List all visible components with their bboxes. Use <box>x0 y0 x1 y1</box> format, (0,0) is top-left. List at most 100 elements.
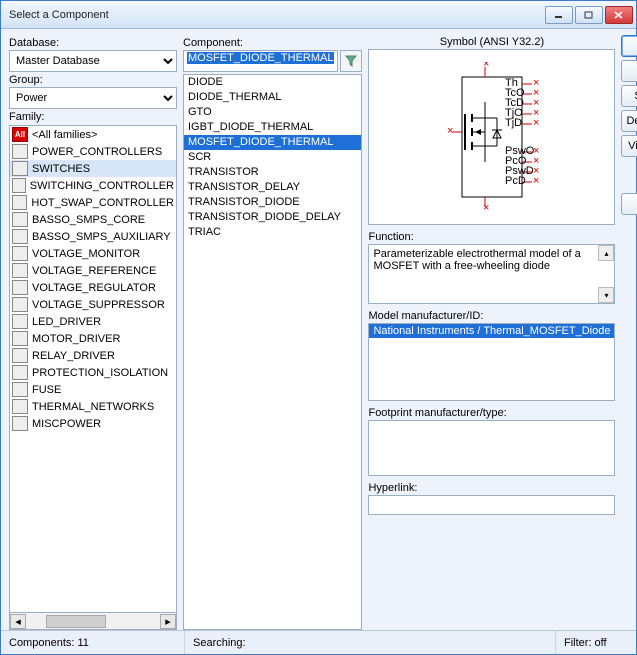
schematic-icon: × × × Th×TcO×TcD×TjO×TjD×PswO×PcO×PswD×P… <box>427 62 557 212</box>
window-title: Select a Component <box>9 9 545 21</box>
family-icon <box>12 348 28 363</box>
hyperlink-textbox[interactable] <box>368 495 615 515</box>
family-hscrollbar[interactable]: ◂ ▸ <box>9 613 177 630</box>
component-list[interactable]: DIODEDIODE_THERMALGTOIGBT_DIODE_THERMALM… <box>183 74 362 630</box>
family-item[interactable]: HOT_SWAP_CONTROLLER <box>10 194 176 211</box>
component-item[interactable]: TRANSISTOR <box>184 165 361 180</box>
component-item[interactable]: TRANSISTOR_DIODE <box>184 195 361 210</box>
family-icon <box>12 331 28 346</box>
symbol-label: Symbol (ANSI Y32.2) <box>368 35 615 49</box>
dialog-content: Database: Master Database Group: Power F… <box>1 29 636 630</box>
family-item[interactable]: VOLTAGE_MONITOR <box>10 245 176 262</box>
family-label: Family: <box>9 111 177 123</box>
family-icon <box>12 297 28 312</box>
footprint-listbox[interactable] <box>368 420 615 476</box>
svg-text:×: × <box>447 125 453 137</box>
minimize-button[interactable] <box>545 6 573 24</box>
scroll-right-icon[interactable]: ▸ <box>160 614 176 629</box>
scroll-left-icon[interactable]: ◂ <box>10 614 26 629</box>
help-button[interactable]: Help <box>621 193 637 215</box>
family-item-label: LED_DRIVER <box>32 316 101 328</box>
family-icon <box>12 399 28 414</box>
search-button[interactable]: Search... <box>621 85 637 107</box>
family-icon <box>12 314 28 329</box>
component-label: Component: <box>183 37 362 49</box>
family-icon <box>12 382 28 397</box>
family-item-label: MISCPOWER <box>32 418 101 430</box>
component-item[interactable]: SCR <box>184 150 361 165</box>
family-item-label: VOLTAGE_REGULATOR <box>32 282 156 294</box>
middle-column: Component: MOSFET_DIODE_THERMAL DIODEDIO… <box>183 35 362 630</box>
right-column: Symbol (ANSI Y32.2) <box>368 35 615 630</box>
component-item[interactable]: DIODE_THERMAL <box>184 90 361 105</box>
component-item[interactable]: GTO <box>184 105 361 120</box>
footprint-label: Footprint manufacturer/type: <box>368 407 615 419</box>
model-item[interactable]: National Instruments / Thermal_MOSFET_Di… <box>369 324 614 338</box>
component-filter-button[interactable] <box>340 50 362 72</box>
family-item[interactable]: VOLTAGE_REGULATOR <box>10 279 176 296</box>
button-column: OK Close Search... Detail report View mo… <box>621 35 637 630</box>
ok-button[interactable]: OK <box>621 35 637 57</box>
component-item[interactable]: TRANSISTOR_DELAY <box>184 180 361 195</box>
family-item[interactable]: FUSE <box>10 381 176 398</box>
family-item-label: HOT_SWAP_CONTROLLER <box>31 197 174 209</box>
family-icon <box>12 365 28 380</box>
funnel-icon <box>345 55 357 67</box>
family-icon <box>12 246 28 261</box>
component-input[interactable]: MOSFET_DIODE_THERMAL <box>183 50 338 72</box>
family-item[interactable]: SWITCHES <box>10 160 176 177</box>
component-item[interactable]: DIODE <box>184 75 361 90</box>
family-item[interactable]: VOLTAGE_SUPPRESSOR <box>10 296 176 313</box>
family-item-label: MOTOR_DRIVER <box>32 333 120 345</box>
component-item[interactable]: MOSFET_DIODE_THERMAL <box>184 135 361 150</box>
family-item[interactable]: BASSO_SMPS_AUXILIARY <box>10 228 176 245</box>
family-item-label: BASSO_SMPS_CORE <box>32 214 145 226</box>
family-item-label: PROTECTION_ISOLATION <box>32 367 168 379</box>
component-item[interactable]: TRIAC <box>184 225 361 240</box>
detail-report-button[interactable]: Detail report <box>621 110 637 132</box>
function-text: Parameterizable electrothermal model of … <box>373 248 580 272</box>
function-label: Function: <box>368 231 615 243</box>
family-item-label: <All families> <box>32 129 97 141</box>
statusbar: Components: 11 Searching: Filter: off <box>1 630 636 654</box>
family-item[interactable]: PROTECTION_ISOLATION <box>10 364 176 381</box>
component-item[interactable]: TRANSISTOR_DIODE_DELAY <box>184 210 361 225</box>
family-item[interactable]: THERMAL_NETWORKS <box>10 398 176 415</box>
family-item[interactable]: POWER_CONTROLLERS <box>10 143 176 160</box>
family-item[interactable]: LED_DRIVER <box>10 313 176 330</box>
family-item-label: VOLTAGE_MONITOR <box>32 248 140 260</box>
database-combo[interactable]: Master Database <box>9 50 177 72</box>
family-icon <box>12 263 28 278</box>
close-window-button[interactable] <box>605 6 633 24</box>
group-label: Group: <box>9 74 177 86</box>
database-label: Database: <box>9 37 177 49</box>
model-listbox[interactable]: National Instruments / Thermal_MOSFET_Di… <box>368 323 615 401</box>
family-item[interactable]: All<All families> <box>10 126 176 143</box>
scroll-thumb[interactable] <box>46 615 106 628</box>
family-item[interactable]: BASSO_SMPS_CORE <box>10 211 176 228</box>
group-combo[interactable]: Power <box>9 87 177 109</box>
family-item[interactable]: VOLTAGE_REFERENCE <box>10 262 176 279</box>
view-model-button[interactable]: View model <box>621 135 637 157</box>
family-item-label: SWITCHES <box>32 163 90 175</box>
dialog-window: Select a Component Database: Master Data… <box>0 0 637 655</box>
scroll-down-icon[interactable]: ▾ <box>598 287 614 303</box>
family-item-label: RELAY_DRIVER <box>32 350 115 362</box>
function-textbox: Parameterizable electrothermal model of … <box>368 244 615 304</box>
family-item[interactable]: SWITCHING_CONTROLLER <box>10 177 176 194</box>
titlebar[interactable]: Select a Component <box>1 1 636 29</box>
close-button[interactable]: Close <box>621 60 637 82</box>
maximize-button[interactable] <box>575 6 603 24</box>
family-item-label: FUSE <box>32 384 61 396</box>
component-item[interactable]: IGBT_DIODE_THERMAL <box>184 120 361 135</box>
family-icon <box>12 229 28 244</box>
family-icon <box>12 416 28 431</box>
family-item[interactable]: RELAY_DRIVER <box>10 347 176 364</box>
svg-text:×: × <box>483 202 489 212</box>
family-icon <box>12 280 28 295</box>
family-item[interactable]: MOTOR_DRIVER <box>10 330 176 347</box>
status-components: Components: 11 <box>1 631 185 654</box>
family-item[interactable]: MISCPOWER <box>10 415 176 432</box>
family-list[interactable]: All<All families>POWER_CONTROLLERS SWITCH… <box>9 125 177 613</box>
scroll-up-icon[interactable]: ▴ <box>598 245 614 261</box>
